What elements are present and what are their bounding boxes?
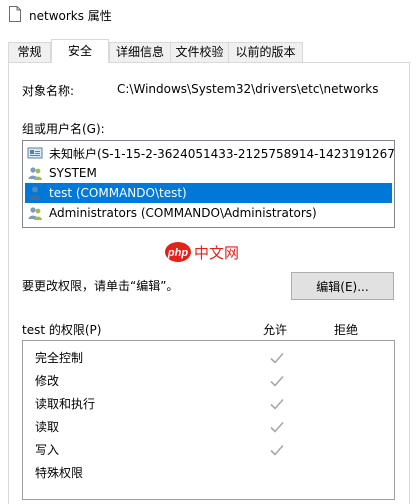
object-name-label: 对象名称: xyxy=(22,84,75,98)
deny-header: 拒绝 xyxy=(334,323,359,337)
permission-name: 完全控制 xyxy=(35,351,84,365)
groups-listbox[interactable]: 未知帐户(S-1-15-2-3624051433-2125758914-1423… xyxy=(22,140,395,228)
tab-security[interactable]: 安全 xyxy=(51,39,109,63)
list-item-label: SYSTEM xyxy=(49,166,97,180)
user-group-icon xyxy=(28,207,42,220)
user-group-icon xyxy=(28,167,42,180)
permission-name: 特殊权限 xyxy=(35,466,84,480)
list-item[interactable]: SYSTEM xyxy=(25,163,392,183)
list-item-label: test (COMMANDO\test) xyxy=(49,186,187,200)
user-icon xyxy=(29,186,41,200)
permission-name: 写入 xyxy=(35,443,60,457)
allow-check-icon xyxy=(270,352,284,364)
groups-label: 组或用户名(G): xyxy=(22,122,105,136)
watermark-site-text: 中文网 xyxy=(194,244,239,262)
permissions-title: test 的权限(P) xyxy=(22,323,102,337)
allow-check-icon xyxy=(270,375,284,387)
edit-button[interactable]: 编辑(E)... xyxy=(291,272,394,300)
allow-check-icon xyxy=(270,444,284,456)
list-item-label: 未知帐户(S-1-15-2-3624051433-2125758914-1423… xyxy=(49,146,395,161)
allow-check-icon xyxy=(270,421,284,433)
permission-name: 修改 xyxy=(35,374,60,388)
tab-details[interactable]: 详细信息 xyxy=(109,42,171,62)
list-item-label: Administrators (COMMANDO\Administrators) xyxy=(49,206,317,220)
permission-name: 读取和执行 xyxy=(35,397,96,411)
object-name-value: C:\Windows\System32\drivers\etc\networks xyxy=(117,82,379,96)
window-title: networks 属性 xyxy=(29,9,112,23)
tab-file-hash[interactable]: 文件校验 xyxy=(170,42,229,62)
allow-header: 允许 xyxy=(263,323,288,337)
watermark-php-text: php xyxy=(167,247,188,259)
list-item[interactable]: 未知帐户(S-1-15-2-3624051433-2125758914-1423… xyxy=(25,143,395,163)
change-permissions-hint: 要更改权限，请单击“编辑”。 xyxy=(22,279,179,293)
tab-general[interactable]: 常规 xyxy=(8,42,51,62)
allow-check-icon xyxy=(270,398,284,410)
list-item[interactable]: Administrators (COMMANDO\Administrators) xyxy=(25,203,392,223)
permission-name: 读取 xyxy=(35,420,60,434)
tab-previous-versions[interactable]: 以前的版本 xyxy=(228,42,303,62)
permissions-list[interactable]: 完全控制 修改 读取和执行 读取 写入 特殊权限 xyxy=(22,340,395,500)
unknown-account-icon xyxy=(27,147,43,159)
file-icon xyxy=(9,6,21,22)
list-item-selected[interactable]: test (COMMANDO\test) xyxy=(25,183,392,203)
title-bar: networks 属性 xyxy=(0,0,418,30)
php-cn-watermark-logo: php 中文网 xyxy=(165,242,239,262)
